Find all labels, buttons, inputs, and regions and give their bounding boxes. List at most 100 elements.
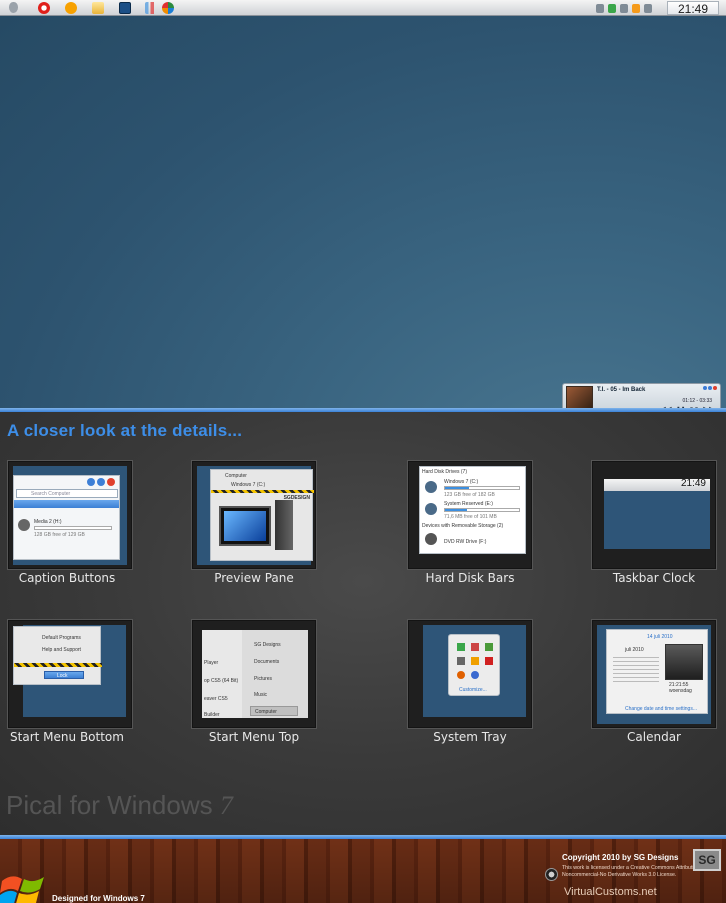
menu-item: Help and Support <box>42 647 81 653</box>
group-heading: Devices with Removable Storage (2) <box>422 523 504 529</box>
preview-pane-window: Computer Windows 7 (C:) SGDESIGN <box>210 469 314 561</box>
monitor-icon <box>219 506 271 546</box>
tray-icon <box>471 657 479 665</box>
places-item: Music <box>254 692 268 698</box>
minimize-icon <box>87 478 95 486</box>
photoshop-icon[interactable] <box>119 2 131 14</box>
paint-app-icon[interactable] <box>162 2 174 14</box>
close-icon <box>107 478 115 486</box>
search-placeholder: Search Computer <box>31 491 71 497</box>
tile-system-tray: Customize... <box>407 619 533 729</box>
date-settings-link: Change date and time settings... <box>625 706 697 712</box>
maximize-icon <box>97 478 105 486</box>
drive-usage-bar <box>444 486 520 490</box>
product-title-version: 7 <box>219 791 233 820</box>
drive-free: 123 GB free of 182 GB <box>444 492 495 498</box>
desktop-wallpaper: T.I. - 05 - Im Back 01:12 - 03:33 ◀◀ ▮▮ … <box>0 16 726 415</box>
monitor-screen <box>224 511 266 541</box>
lock-button: Lock <box>44 671 84 679</box>
explorer-window-preview: Search Computer Media 2 (H:) 128 GB free… <box>13 475 120 560</box>
drive-name: System Reserved (E:) <box>444 501 493 507</box>
lock-label: Lock <box>57 673 68 679</box>
hazard-stripe <box>14 663 102 667</box>
tray-icon <box>457 657 465 665</box>
drive-icon <box>425 503 437 515</box>
details-section: A closer look at the details... Search C… <box>0 412 726 835</box>
disk-list-window: Hard Disk Drives (7) Windows 7 (C:) 123 … <box>419 466 526 554</box>
tile-label: System Tray <box>433 730 507 744</box>
tray-overflow-popup: Customize... <box>448 634 500 696</box>
tile-background <box>604 481 710 549</box>
analog-clock <box>665 644 703 680</box>
tray-icon <box>485 643 493 651</box>
drive-name: Windows 7 (C:) <box>444 479 479 485</box>
caption-buttons <box>87 478 115 486</box>
clock-day: woensdag <box>669 688 692 694</box>
system-tray <box>596 3 652 14</box>
drive-free: 128 GB free of 129 GB <box>34 532 85 538</box>
tile-label: Calendar <box>627 730 681 744</box>
tile-taskbar-clock: 21:49 <box>591 460 717 570</box>
copyright-text: Copyright 2010 by SG Designs <box>562 853 679 862</box>
tray-icon <box>471 643 479 651</box>
tile-label: Preview Pane <box>214 571 294 585</box>
mini-taskbar: 21:49 <box>604 478 710 491</box>
network-icon[interactable] <box>608 4 616 13</box>
program-item: op CS5 (64 Bit) <box>204 678 239 684</box>
creative-commons-icon[interactable] <box>545 868 558 881</box>
calendar-date: 14 juli 2010 <box>647 634 673 640</box>
group-heading: Hard Disk Drives (7) <box>422 469 468 475</box>
windows-logo-icon <box>0 876 44 903</box>
opera-browser-icon[interactable] <box>38 2 50 14</box>
tray-icon <box>485 657 493 665</box>
tile-hard-disk-bars: Hard Disk Drives (7) Windows 7 (C:) 123 … <box>407 460 533 570</box>
product-title-text: Pical for Windows <box>6 790 213 820</box>
tile-start-menu-top: Player op CS5 (64 Bit) eaver CS5 Builder… <box>191 619 317 729</box>
flag-icon[interactable] <box>620 4 628 13</box>
close-icon[interactable] <box>713 386 717 390</box>
tile-label: Hard Disk Bars <box>425 571 515 585</box>
drive-usage-fill <box>445 487 470 489</box>
drive-name: DVD RW Drive (F:) <box>444 539 487 545</box>
taskbar-clock[interactable]: 21:49 <box>667 1 719 16</box>
places-item: Computer <box>255 709 277 715</box>
drive-icon <box>425 481 437 493</box>
tile-label: Start Menu Top <box>208 730 300 744</box>
volume-icon[interactable] <box>644 4 652 13</box>
product-title: Pical for Windows 7 <box>6 790 233 821</box>
customize-link: Customize... <box>459 687 487 693</box>
drive-usage-bar <box>444 508 520 512</box>
places-item: SG Designs <box>254 642 281 648</box>
hazard-stripe <box>211 490 314 493</box>
program-item: Builder <box>204 712 220 718</box>
chevron-up-icon[interactable] <box>596 4 604 13</box>
tile-label: Start Menu Bottom <box>10 730 124 744</box>
calendar-grid <box>613 654 659 684</box>
folder-icon[interactable] <box>92 2 104 14</box>
taskbar: 21:49 <box>0 0 726 16</box>
program-item: eaver CS5 <box>204 696 228 702</box>
places-item: Documents <box>254 659 280 665</box>
drive-label: Windows 7 (C:) <box>231 482 266 488</box>
maximize-icon[interactable] <box>708 386 712 390</box>
apple-icon[interactable] <box>9 2 18 13</box>
tile-label: Taskbar Clock <box>612 571 696 585</box>
screenshot-root: { "taskbar": { "clock": "21:49" }, "play… <box>0 0 726 903</box>
media-player-icon[interactable] <box>65 2 77 14</box>
selected-item: Computer <box>250 706 298 716</box>
sg-logo: SG <box>693 849 721 871</box>
track-title: T.I. - 05 - Im Back <box>597 387 646 393</box>
tray-icon <box>471 671 479 679</box>
minimize-icon[interactable] <box>703 386 707 390</box>
battery-icon[interactable] <box>632 4 640 13</box>
drive-name: Media 2 (H:) <box>34 519 62 525</box>
window-caption-buttons <box>703 386 717 390</box>
tile-calendar: 14 juli 2010 juli 2010 21:21:55 woensdag… <box>591 619 717 729</box>
chart-app-icon[interactable] <box>145 2 157 14</box>
tile-preview-pane: Computer Windows 7 (C:) SGDESIGN <box>191 460 317 570</box>
site-link[interactable]: VirtualCustoms.net <box>564 886 657 898</box>
drive-bar <box>34 526 112 530</box>
drive-usage-fill <box>445 509 468 511</box>
designed-for-label: Designed for Windows 7 <box>52 894 145 903</box>
mini-clock: 21:49 <box>680 478 706 489</box>
